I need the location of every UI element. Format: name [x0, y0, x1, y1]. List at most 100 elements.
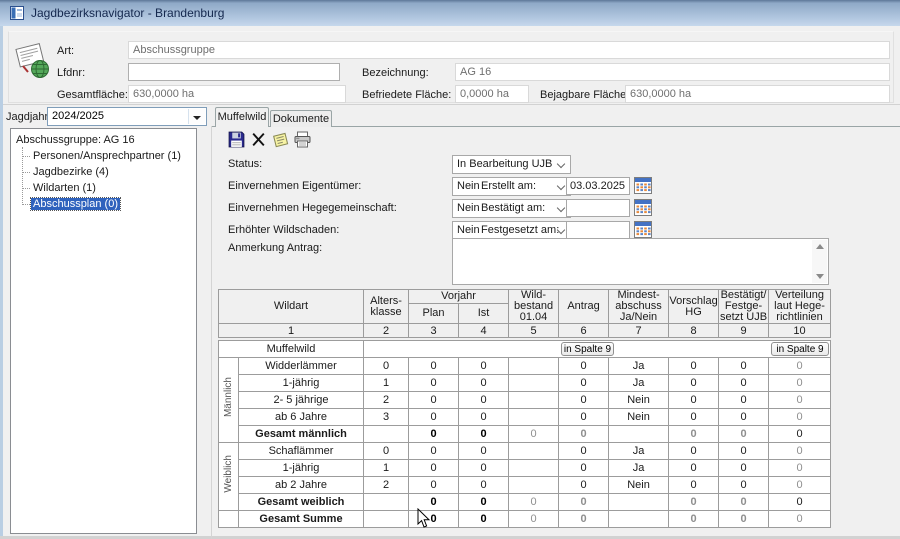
table-cell[interactable]: 0 — [719, 443, 769, 460]
table-cell[interactable]: Ja — [609, 443, 669, 460]
col-header-vorjahr: Vorjahr — [409, 290, 509, 304]
table-cell[interactable]: 0 — [559, 443, 609, 460]
column-number-3: 3 — [409, 324, 459, 338]
table-cell[interactable]: Nein — [609, 409, 669, 426]
status-dropdown[interactable]: In Bearbeitung UJB — [452, 155, 571, 174]
jagdjahr-dropdown-button[interactable] — [188, 109, 205, 124]
lfdnr-label: Lfdnr: — [57, 67, 85, 79]
table-cell[interactable]: 0 — [719, 358, 769, 375]
scroll-up-icon[interactable] — [816, 244, 824, 249]
table-cell: 0 — [409, 392, 459, 409]
art-field: Abschussgruppe — [128, 41, 890, 59]
table-cell[interactable]: 0 — [559, 392, 609, 409]
erstellt-am-label: Erstellt am: — [481, 180, 536, 192]
col-header-ist: Ist — [459, 304, 509, 324]
tab-dokumente[interactable]: Dokumente — [270, 110, 332, 127]
table-cell[interactable]: 0 — [669, 477, 719, 494]
festgesetzt-am-field[interactable] — [566, 221, 630, 239]
table-row-widderl-mmer: MännlichWidderlämmer0000Ja000 — [219, 358, 831, 375]
column-number-4: 4 — [459, 324, 509, 338]
note-icon[interactable] — [272, 131, 289, 148]
table-cell[interactable]: 0 — [669, 392, 719, 409]
calendar-icon-erstellt[interactable] — [634, 177, 652, 194]
textarea-scrollbar[interactable] — [812, 240, 827, 283]
tree-item-abschussplan-0[interactable]: Abschussplan (0) — [31, 198, 120, 212]
tree-item-label: Abschussplan (0) — [31, 198, 120, 210]
tree-item-personen-ansprechpartner-1[interactable]: Personen/Ansprechpartner (1) — [31, 150, 183, 164]
table-cell: 1 — [364, 375, 409, 392]
table-cell[interactable]: 0 — [719, 460, 769, 477]
gender-group-empty — [219, 511, 239, 528]
table-cell[interactable]: 0 — [669, 460, 719, 477]
table-cell[interactable]: 0 — [559, 477, 609, 494]
tree-connector — [22, 204, 30, 205]
table-cell: 0 — [409, 477, 459, 494]
table-cell[interactable]: 0 — [669, 409, 719, 426]
print-icon[interactable] — [294, 131, 311, 148]
art-label: Art: — [57, 45, 74, 57]
jagdjahr-combobox[interactable]: 2024/2025 — [47, 107, 207, 126]
table-cell[interactable]: 0 — [559, 460, 609, 477]
table-cell: 0 — [364, 443, 409, 460]
eigentuemer-label: Einvernehmen Eigentümer: — [228, 180, 361, 192]
scroll-down-icon[interactable] — [816, 274, 824, 279]
table-cell[interactable]: 0 — [719, 477, 769, 494]
anmerkung-textarea[interactable] — [452, 238, 829, 285]
table-cell[interactable]: 0 — [559, 358, 609, 375]
tree-item-label: Wildarten (1) — [31, 182, 98, 194]
table-cell: 0 — [769, 392, 831, 409]
tabpage-border-left — [211, 126, 212, 539]
table-cell — [364, 426, 409, 443]
table-cell — [509, 409, 559, 426]
table-cell — [364, 511, 409, 528]
table-cell[interactable]: Ja — [609, 460, 669, 477]
tree-item-label: Personen/Ansprechpartner (1) — [31, 150, 183, 162]
table-cell[interactable]: 0 — [669, 443, 719, 460]
table-cell[interactable]: 0 — [559, 409, 609, 426]
table-row-ab-2-jahre: ab 2 Jahre2000Nein000 — [219, 477, 831, 494]
tab-muffelwild[interactable]: Muffelwild — [215, 107, 269, 127]
title-bar: Jagdbezirksnavigator - Brandenburg — [0, 0, 900, 26]
tree-root-node[interactable]: Abschussgruppe: AG 16 — [16, 134, 135, 146]
calendar-icon-festgesetzt[interactable] — [634, 221, 652, 238]
column-number-5: 5 — [509, 324, 559, 338]
calendar-icon-bestaetigt[interactable] — [634, 199, 652, 216]
in-spalte9-button-antrag[interactable]: in Spalte 9 — [561, 342, 614, 356]
bestaetigt-am-field[interactable] — [566, 199, 630, 217]
table-cell: 0 — [769, 443, 831, 460]
table-cell: 0 — [459, 375, 509, 392]
row-label: 1-jährig — [239, 375, 364, 392]
table-cell[interactable]: 0 — [669, 358, 719, 375]
table-cell: 0 — [459, 409, 509, 426]
tree-item-jagdbezirke-4[interactable]: Jagdbezirke (4) — [31, 166, 111, 180]
table-cell[interactable]: 0 — [719, 392, 769, 409]
table-cell[interactable]: 0 — [719, 375, 769, 392]
tree-item-wildarten-1[interactable]: Wildarten (1) — [31, 182, 98, 196]
table-cell: 0 — [669, 511, 719, 528]
table-cell: 0 — [459, 477, 509, 494]
table-row-1-j-hrig: 1-jährig1000Ja000 — [219, 460, 831, 477]
in-spalte9-button-verteilung[interactable]: in Spalte 9 — [771, 342, 829, 356]
table-cell: 0 — [409, 409, 459, 426]
delete-icon[interactable] — [250, 131, 267, 148]
table-cell[interactable]: 0 — [719, 409, 769, 426]
table-cell[interactable]: Nein — [609, 477, 669, 494]
table-cell: 0 — [769, 426, 831, 443]
table-cell[interactable]: Ja — [609, 375, 669, 392]
erstellt-am-field[interactable]: 03.03.2025 — [566, 177, 630, 195]
table-cell: 0 — [769, 375, 831, 392]
lfdnr-field[interactable] — [128, 63, 340, 81]
table-row-gesamt-weiblich: Gesamt weiblich0000000 — [219, 494, 831, 511]
table-cell: 2 — [364, 392, 409, 409]
table-cell[interactable]: Nein — [609, 392, 669, 409]
table-cell[interactable]: Ja — [609, 358, 669, 375]
table-cell[interactable]: 0 — [559, 375, 609, 392]
tree-item-label: Jagdbezirke (4) — [31, 166, 111, 178]
gesamtflaeche-label: Gesamtfläche: — [57, 89, 128, 101]
table-row-2-5-j-hrige: 2- 5 jährige2000Nein000 — [219, 392, 831, 409]
table-cell[interactable]: 0 — [669, 375, 719, 392]
save-icon[interactable] — [228, 131, 245, 148]
column-number-7: 7 — [609, 324, 669, 338]
table-cell: 0 — [409, 426, 459, 443]
table-cell: 1 — [364, 460, 409, 477]
